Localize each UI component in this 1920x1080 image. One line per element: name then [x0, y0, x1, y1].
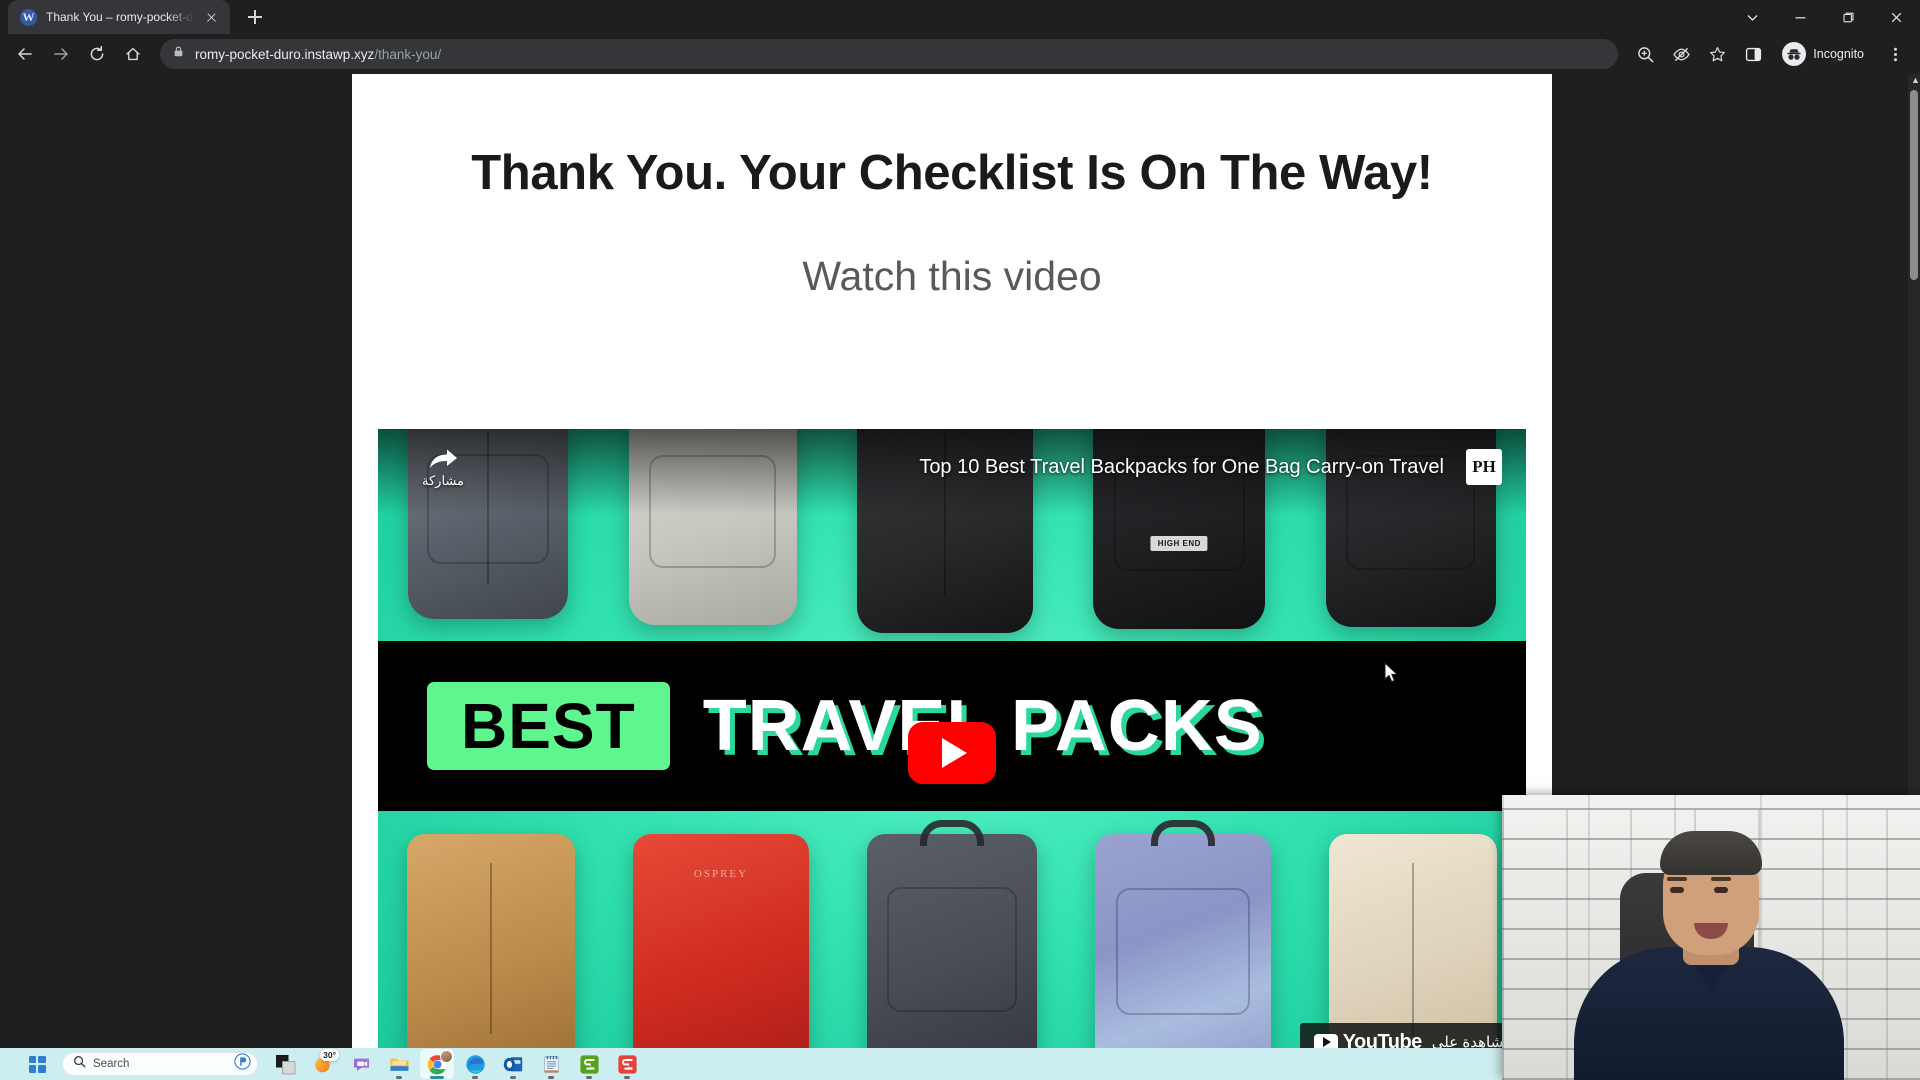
tab-strip: W Thank You – romy-pocket-duro.i	[0, 0, 1920, 34]
youtube-logo-icon: YouTube	[1313, 1030, 1423, 1049]
play-triangle-icon	[942, 738, 967, 768]
address-bar-url: romy-pocket-duro.instawp.xyz/thank-you/	[195, 47, 441, 62]
bag-red-osprey: OSPREY	[633, 834, 809, 1048]
search-icon	[73, 1055, 86, 1073]
webcam-eye-right	[1714, 887, 1728, 893]
youtube-wordmark: YouTube	[1342, 1030, 1423, 1049]
taskbar-search-box[interactable]: Search	[62, 1052, 258, 1076]
tab-search-button[interactable]	[1728, 0, 1776, 34]
taskbar-notepad[interactable]	[534, 1049, 568, 1079]
home-button[interactable]	[116, 37, 150, 71]
running-indicator	[430, 1076, 444, 1079]
webcam-eye-left	[1670, 887, 1684, 893]
bag-light-blue	[1095, 820, 1271, 1048]
incognito-avatar-icon	[1782, 42, 1807, 66]
taskbar-camtasia-recorder[interactable]	[610, 1049, 644, 1079]
taskbar-chrome[interactable]	[420, 1049, 454, 1079]
search-placeholder: Search	[93, 1058, 130, 1070]
taskbar-outlook[interactable]	[496, 1049, 530, 1079]
taskbar-task-view[interactable]	[268, 1049, 302, 1079]
taskbar-chat[interactable]	[344, 1049, 378, 1079]
start-button[interactable]	[20, 1048, 54, 1080]
close-window-button[interactable]	[1872, 0, 1920, 34]
bag-brand-label: HIGH END	[1150, 535, 1208, 551]
best-badge: BEST	[422, 677, 675, 775]
reload-button[interactable]	[80, 37, 114, 71]
taskbar-weather[interactable]: 30°	[306, 1049, 340, 1079]
webcam-eyebrow-left	[1667, 877, 1687, 881]
running-indicator	[586, 1076, 592, 1079]
scrollbar-thumb[interactable]	[1910, 90, 1918, 280]
url-host: romy-pocket-duro.instawp.xyz	[195, 46, 375, 62]
page-title: Thank You. Your Checklist Is On The Way!	[471, 146, 1433, 200]
bag-dark-gray	[867, 820, 1037, 1048]
wordpress-favicon: W	[20, 8, 37, 26]
taskbar-file-explorer[interactable]	[382, 1049, 416, 1079]
play-button[interactable]	[908, 722, 996, 784]
copilot-icon[interactable]	[234, 1053, 251, 1075]
running-indicator	[396, 1076, 402, 1079]
maximize-button[interactable]	[1824, 0, 1872, 34]
video-share-button[interactable]: مشاركة	[406, 447, 480, 489]
lock-icon	[172, 45, 185, 63]
share-label: مشاركة	[422, 473, 464, 488]
back-button[interactable]	[8, 37, 42, 71]
tab-title: Thank You – romy-pocket-duro.i	[46, 10, 194, 24]
outlook-icon	[503, 1056, 522, 1071]
new-tab-button[interactable]	[240, 2, 270, 32]
chat-icon	[353, 1058, 369, 1071]
eye-slash-icon[interactable]	[1664, 37, 1698, 71]
notepad-icon	[543, 1055, 559, 1073]
channel-avatar[interactable]: PH	[1466, 449, 1502, 485]
browser-tab[interactable]: W Thank You – romy-pocket-duro.i	[8, 0, 230, 34]
bookmark-star-icon[interactable]	[1700, 37, 1734, 71]
chrome-menu-icon[interactable]	[1878, 37, 1912, 71]
windows-logo-icon	[28, 1055, 46, 1073]
weather-temperature: 30°	[320, 1049, 339, 1061]
thumbnail-bottom-bag-row: OSPREY	[378, 820, 1526, 1048]
share-arrow-icon	[430, 449, 457, 468]
file-explorer-icon	[390, 1058, 408, 1071]
incognito-label: Incognito	[1813, 47, 1864, 61]
taskbar-edge[interactable]	[458, 1049, 492, 1079]
webcam-overlay	[1502, 795, 1920, 1080]
taskbar-app-list: 30°	[268, 1049, 644, 1079]
scroll-up-arrow[interactable]: ▲	[1911, 75, 1920, 85]
taskbar-center-group: Search 30°	[20, 1048, 644, 1080]
video-title[interactable]: Top 10 Best Travel Backpacks for One Bag…	[919, 456, 1444, 479]
incognito-profile-button[interactable]: Incognito	[1778, 39, 1876, 69]
webcam-eyebrow-right	[1711, 877, 1731, 881]
camtasia-recorder-icon	[617, 1054, 637, 1074]
forward-button[interactable]	[44, 37, 78, 71]
side-panel-icon[interactable]	[1736, 37, 1770, 71]
edge-icon	[465, 1054, 485, 1074]
watch-on-label: مشاهدة على	[1431, 1034, 1512, 1048]
bag-cream	[1329, 834, 1497, 1048]
running-indicator	[472, 1076, 478, 1079]
task-view-icon	[275, 1054, 295, 1074]
window-controls	[1728, 0, 1920, 34]
running-indicator	[510, 1076, 516, 1079]
close-tab-icon[interactable]	[203, 9, 220, 26]
zoom-icon[interactable]	[1628, 37, 1662, 71]
taskbar-camtasia[interactable]	[572, 1049, 606, 1079]
running-indicator	[548, 1076, 554, 1079]
osprey-brand-mark: OSPREY	[693, 868, 749, 881]
address-bar[interactable]: romy-pocket-duro.instawp.xyz/thank-you/	[160, 39, 1619, 69]
youtube-video-embed[interactable]: HIGH END BEST TRAVEL PACKS OSPREY مشاركة…	[378, 429, 1526, 1048]
watch-on-youtube-button[interactable]: مشاهدة على YouTube	[1299, 1023, 1526, 1049]
toolbar-right-actions: Incognito	[1628, 37, 1912, 71]
browser-toolbar: romy-pocket-duro.instawp.xyz/thank-you/	[0, 34, 1920, 74]
chrome-profile-avatar	[440, 1050, 453, 1063]
bag-tan	[407, 834, 575, 1048]
bag-light-gray	[628, 429, 797, 625]
camtasia-icon	[579, 1054, 599, 1074]
thank-you-page: Thank You. Your Checklist Is On The Way!…	[352, 74, 1552, 1048]
minimize-button[interactable]	[1776, 0, 1824, 34]
page-subtitle: Watch this video	[802, 252, 1102, 299]
webcam-person-hair	[1660, 831, 1762, 875]
running-indicator	[624, 1076, 630, 1079]
url-path: /thank-you/	[374, 46, 442, 62]
